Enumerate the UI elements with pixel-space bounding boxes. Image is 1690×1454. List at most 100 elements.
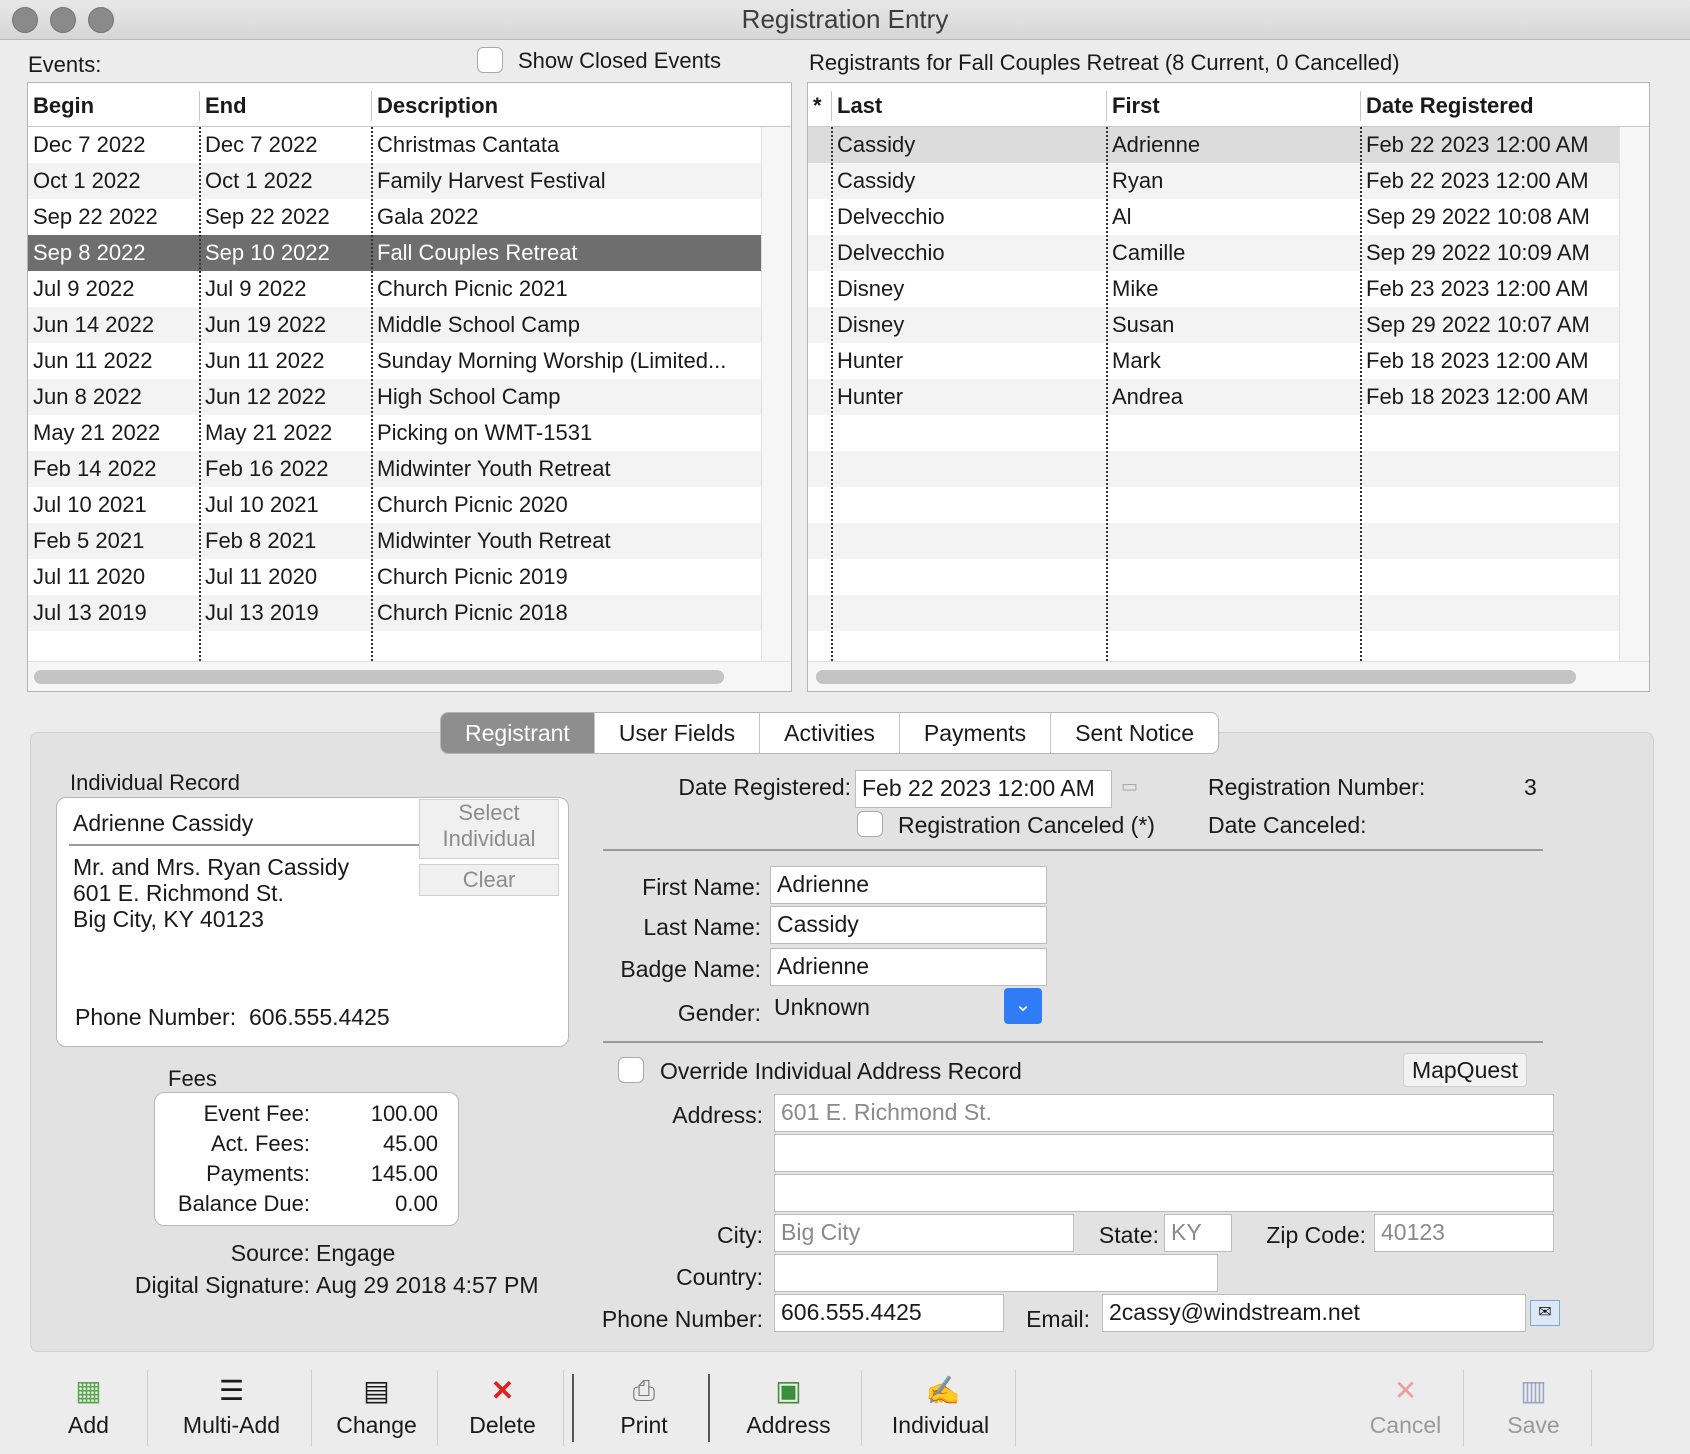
registrant-row[interactable]: Hunter Mark Feb 18 2023 12:00 AM: [808, 343, 1619, 379]
column-header-first[interactable]: First: [1112, 93, 1160, 119]
save-disk-icon: ▥: [1520, 1375, 1547, 1406]
registrant-row[interactable]: Cassidy Ryan Feb 22 2023 12:00 AM: [808, 163, 1619, 199]
print-button[interactable]: ⎙ Print: [578, 1370, 710, 1446]
event-description: Middle School Camp: [377, 312, 580, 337]
date-registered-field[interactable]: Feb 22 2023 12:00 AM: [855, 770, 1112, 808]
registrant-row[interactable]: [808, 595, 1619, 631]
address-line-2-field[interactable]: [774, 1134, 1554, 1172]
select-individual-button[interactable]: Select Individual: [419, 799, 559, 859]
address-line-3-field[interactable]: [774, 1174, 1554, 1212]
country-field[interactable]: [774, 1254, 1218, 1292]
address-line-1-field[interactable]: 601 E. Richmond St.: [774, 1094, 1554, 1132]
registrant-row[interactable]: Delvecchio Al Sep 29 2022 10:08 AM: [808, 199, 1619, 235]
column-header-date-registered[interactable]: Date Registered: [1366, 93, 1534, 119]
event-fee-value: 100.00: [370, 1101, 438, 1126]
gender-select[interactable]: Unknown ⌄: [770, 986, 1042, 1026]
registrant-row[interactable]: [808, 559, 1619, 595]
payments-value: 145.00: [370, 1161, 438, 1186]
column-header-begin[interactable]: Begin: [33, 93, 94, 119]
events-table[interactable]: Begin End Description Dec 7 2022 Dec 7 20…: [27, 82, 792, 692]
event-begin: Jun 8 2022: [33, 384, 142, 409]
event-row[interactable]: Jul 9 2022 Jul 9 2022 Church Picnic 2021: [28, 271, 761, 307]
column-header-cancelled-flag[interactable]: *: [813, 93, 822, 119]
registrant-row[interactable]: [808, 451, 1619, 487]
add-button[interactable]: ▦ Add: [30, 1370, 148, 1446]
tab-activities[interactable]: Activities: [760, 713, 900, 753]
registrant-first: Mark: [1112, 348, 1161, 373]
registrant-row[interactable]: Disney Mike Feb 23 2023 12:00 AM: [808, 271, 1619, 307]
address-line-1: Mr. and Mrs. Ryan Cassidy: [73, 854, 350, 880]
first-name-field[interactable]: Adrienne: [770, 866, 1047, 904]
event-end: Jun 12 2022: [205, 384, 327, 409]
individual-button[interactable]: ✍ Individual: [866, 1370, 1016, 1446]
event-end: Jul 13 2019: [205, 600, 319, 625]
send-email-icon[interactable]: ✉: [1530, 1300, 1560, 1326]
events-horizontal-scrollbar[interactable]: [28, 661, 791, 691]
zip-code-field[interactable]: 40123: [1374, 1214, 1554, 1252]
event-row[interactable]: May 21 2022 May 21 2022 Picking on WMT-153…: [28, 415, 761, 451]
tab-user-fields[interactable]: User Fields: [595, 713, 761, 753]
registrants-table[interactable]: * Last First Date Registered Cassidy Adri…: [807, 82, 1650, 692]
printer-icon: ⎙: [632, 1375, 656, 1406]
source-label: Source:: [230, 1240, 310, 1266]
save-button[interactable]: ▥ Save: [1476, 1370, 1592, 1446]
registration-canceled-checkbox[interactable]: [857, 811, 883, 837]
registrant-row[interactable]: [808, 415, 1619, 451]
show-closed-events-checkbox[interactable]: [477, 47, 503, 73]
event-row[interactable]: Feb 14 2022 Feb 16 2022 Midwinter Youth Re…: [28, 451, 761, 487]
event-row[interactable]: Sep 22 2022 Sep 22 2022 Gala 2022: [28, 199, 761, 235]
event-row[interactable]: Oct 1 2022 Oct 1 2022 Family Harvest Festi…: [28, 163, 761, 199]
cancel-button[interactable]: ✕ Cancel: [1348, 1370, 1464, 1446]
tab-sent-notice[interactable]: Sent Notice: [1051, 713, 1218, 753]
event-row[interactable]: Sep 8 2022 Sep 10 2022 Fall Couples Retrea…: [28, 235, 761, 271]
badge-name-field[interactable]: Adrienne: [770, 948, 1047, 986]
column-header-description[interactable]: Description: [377, 93, 498, 119]
balance-due-label: Balance Due:: [177, 1191, 310, 1216]
registrant-row[interactable]: Cassidy Adrienne Feb 22 2023 12:00 AM: [808, 127, 1619, 163]
registrants-horizontal-scrollbar[interactable]: [808, 661, 1649, 691]
phone-number-field[interactable]: 606.555.4425: [774, 1294, 1004, 1332]
registrant-row[interactable]: Hunter Andrea Feb 18 2023 12:00 AM: [808, 379, 1619, 415]
show-closed-events-label: Show Closed Events: [518, 48, 721, 73]
tab-registrant[interactable]: Registrant: [441, 713, 595, 753]
event-description: Fall Couples Retreat: [377, 240, 578, 265]
last-name-field[interactable]: Cassidy: [770, 906, 1047, 944]
registrants-scroll-thumb[interactable]: [816, 670, 1576, 684]
registrant-row[interactable]: [808, 487, 1619, 523]
tab-payments[interactable]: Payments: [900, 713, 1052, 753]
change-icon: ▤: [363, 1375, 390, 1406]
address-button[interactable]: ▣ Address: [716, 1370, 862, 1446]
city-field[interactable]: Big City: [774, 1214, 1074, 1252]
event-begin: Dec 7 2022: [33, 132, 146, 157]
registrants-vertical-scrollbar[interactable]: [1619, 127, 1649, 661]
mapquest-button[interactable]: MapQuest: [1403, 1053, 1527, 1087]
column-header-last[interactable]: Last: [837, 93, 882, 119]
event-row[interactable]: Jul 10 2021 Jul 10 2021 Church Picnic 2020: [28, 487, 761, 523]
registrant-row[interactable]: [808, 523, 1619, 559]
event-row[interactable]: Jun 11 2022 Jun 11 2022 Sunday Morning Wor…: [28, 343, 761, 379]
override-address-checkbox[interactable]: [618, 1057, 644, 1083]
event-row[interactable]: Dec 7 2022 Dec 7 2022 Christmas Cantata: [28, 127, 761, 163]
event-row[interactable]: Jun 14 2022 Jun 19 2022 Middle School Camp: [28, 307, 761, 343]
state-field[interactable]: KY: [1164, 1214, 1232, 1252]
event-row[interactable]: Jul 11 2020 Jul 11 2020 Church Picnic 2019: [28, 559, 761, 595]
event-row[interactable]: Jun 8 2022 Jun 12 2022 High School Camp: [28, 379, 761, 415]
multi-add-icon: ☰: [218, 1375, 245, 1406]
detail-tabs: Registrant User Fields Activities Paymen…: [440, 712, 1220, 754]
override-address-label: Override Individual Address Record: [660, 1058, 1022, 1084]
delete-button[interactable]: ✕ Delete: [442, 1370, 564, 1446]
change-button[interactable]: ▤ Change: [316, 1370, 438, 1446]
calendar-icon[interactable]: ▭: [1121, 776, 1149, 796]
chevron-down-icon[interactable]: ⌄: [1004, 988, 1042, 1024]
events-scroll-thumb[interactable]: [34, 670, 724, 684]
registrant-date: Feb 23 2023 12:00 AM: [1366, 276, 1589, 301]
column-header-end[interactable]: End: [205, 93, 247, 119]
multi-add-button[interactable]: ☰ Multi-Add: [152, 1370, 312, 1446]
event-row[interactable]: Jul 13 2019 Jul 13 2019 Church Picnic 2018: [28, 595, 761, 631]
events-vertical-scrollbar[interactable]: [761, 127, 791, 661]
registrant-row[interactable]: Delvecchio Camille Sep 29 2022 10:09 AM: [808, 235, 1619, 271]
clear-button[interactable]: Clear: [419, 864, 559, 896]
event-row[interactable]: Feb 5 2021 Feb 8 2021 Midwinter Youth Retr…: [28, 523, 761, 559]
email-field[interactable]: 2cassy@windstream.net: [1102, 1294, 1526, 1332]
registrant-row[interactable]: Disney Susan Sep 29 2022 10:07 AM: [808, 307, 1619, 343]
